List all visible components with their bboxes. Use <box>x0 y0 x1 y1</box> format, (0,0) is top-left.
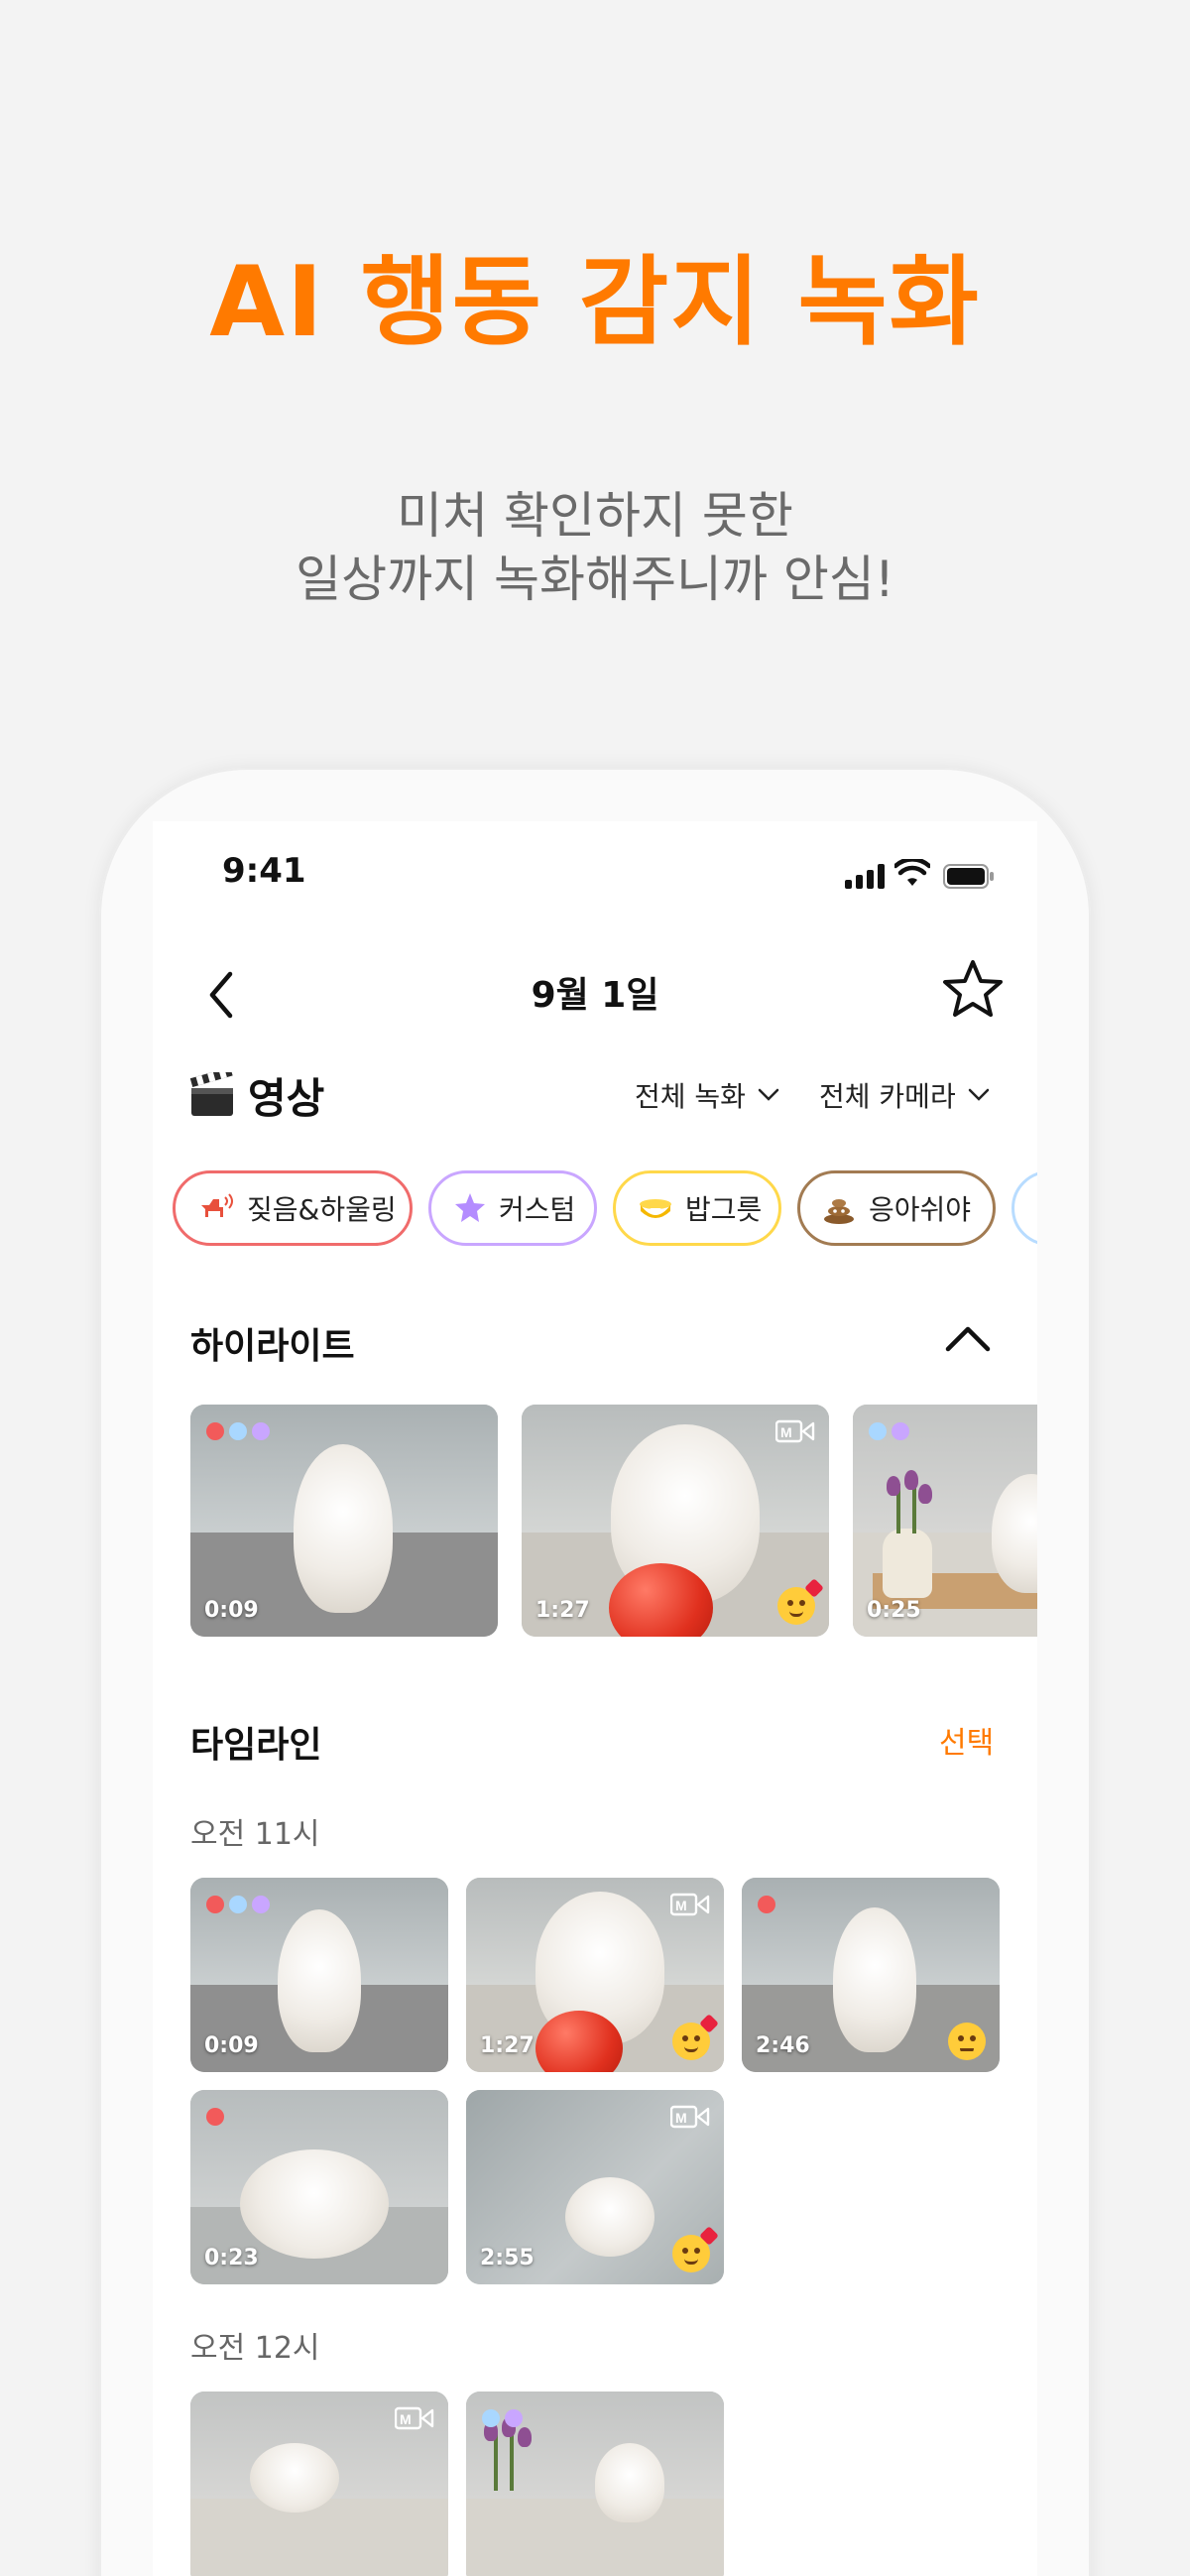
wifi-icon <box>894 859 930 886</box>
video-duration: 1:27 <box>536 1598 590 1623</box>
timeline-video-thumbnail[interactable]: 0:09 <box>190 1878 448 2072</box>
highlight-title: 하이라이트 <box>190 1326 355 1367</box>
chip-more[interactable] <box>1012 1170 1037 1246</box>
detection-dots <box>482 2409 528 2427</box>
chip-label: 짖음&하울링 <box>247 1193 397 1226</box>
detection-dots <box>869 1422 914 1440</box>
video-duration: 0:23 <box>204 2246 259 2270</box>
highlight-video-thumbnail[interactable]: 0:25 <box>853 1405 1037 1637</box>
chevron-down-icon <box>758 1088 779 1101</box>
video-camera-icon: M <box>670 2105 710 2129</box>
video-duration: 2:46 <box>756 2033 810 2058</box>
thinking-face-icon <box>948 2023 986 2060</box>
highlight-video-thumbnail[interactable]: M 1:27 <box>522 1405 829 1637</box>
video-section-header: 영상 <box>188 1065 324 1125</box>
video-section-title: 영상 <box>248 1073 325 1123</box>
video-camera-icon: M <box>775 1419 815 1443</box>
svg-text:M: M <box>675 2110 687 2126</box>
svg-text:M: M <box>675 1898 687 1913</box>
smiling-face-with-hearts-icon <box>672 2014 719 2060</box>
status-bar: 9:41 <box>153 851 1037 901</box>
battery-icon <box>943 864 994 889</box>
chip-label: 커스텀 <box>499 1193 576 1226</box>
video-duration: 0:09 <box>204 1598 259 1623</box>
timeline-video-thumbnail[interactable]: M 1:27 <box>466 1878 724 2072</box>
chip-label: 밥그릇 <box>685 1193 763 1226</box>
detection-dots <box>206 1896 275 1913</box>
chip-barking[interactable]: 짖음&하울링 <box>173 1170 413 1246</box>
recording-filter-label: 전체 녹화 <box>635 1080 746 1113</box>
timeline-hour-label: 오전 12시 <box>190 2331 320 2366</box>
favorite-star-button[interactable] <box>938 954 1008 1024</box>
poop-icon <box>822 1191 857 1225</box>
svg-text:M: M <box>400 2411 412 2427</box>
app-screen: 9:41 9월 1일 영상 전체 녹화 전체 카메라 짖음&하울링 커스텀 밥그… <box>153 821 1037 2576</box>
chip-food-bowl[interactable]: 밥그릇 <box>613 1170 781 1246</box>
chip-label: 응아쉬야 <box>868 1193 971 1226</box>
highlight-carousel: 0:09 M 1:27 0:25 <box>190 1405 1037 1637</box>
camera-filter-dropdown[interactable]: 전체 카메라 <box>819 1075 990 1115</box>
promo-subtitle: 미처 확인하지 못한 일상까지 녹화해주니까 안심! <box>0 484 1190 611</box>
svg-text:M: M <box>780 1424 792 1440</box>
video-duration: 2:55 <box>480 2246 535 2270</box>
detection-dots <box>206 1422 275 1440</box>
status-time: 9:41 <box>222 851 306 891</box>
video-camera-icon: M <box>670 1893 710 1916</box>
chip-potty[interactable]: 응아쉬야 <box>797 1170 996 1246</box>
timeline-video-thumbnail[interactable]: M 2:55 <box>466 2090 724 2284</box>
food-bowl-icon <box>638 1191 673 1225</box>
detection-dots <box>758 1896 780 1913</box>
video-duration: 0:09 <box>204 2033 259 2058</box>
timeline-video-thumbnail[interactable]: M <box>190 2392 448 2576</box>
select-button[interactable]: 선택 <box>939 1718 994 1762</box>
promo-title: AI 행동 감지 녹화 <box>209 246 981 359</box>
smiling-face-with-hearts-icon <box>777 1578 824 1625</box>
promo-subtitle-line-2: 일상까지 녹화해주니까 안심! <box>296 551 894 608</box>
page-title: 9월 1일 <box>531 975 659 1016</box>
timeline-video-thumbnail[interactable] <box>466 2392 724 2576</box>
recording-filter-dropdown[interactable]: 전체 녹화 <box>635 1075 779 1115</box>
chevron-up-icon[interactable] <box>938 1313 998 1363</box>
clapperboard-icon <box>189 1072 233 1116</box>
video-duration: 1:27 <box>480 2033 535 2058</box>
detection-dots <box>206 2108 229 2126</box>
star-icon <box>453 1191 487 1225</box>
barking-dog-icon <box>197 1191 235 1225</box>
video-camera-icon: M <box>395 2406 434 2430</box>
promo-subtitle-line-1: 미처 확인하지 못한 <box>397 487 793 545</box>
camera-filter-label: 전체 카메라 <box>819 1080 956 1113</box>
timeline-hour-label: 오전 11시 <box>190 1817 320 1852</box>
timeline-title: 타임라인 <box>190 1725 322 1766</box>
chip-custom[interactable]: 커스텀 <box>428 1170 597 1246</box>
signal-icon <box>845 863 885 889</box>
highlight-video-thumbnail[interactable]: 0:09 <box>190 1405 498 1637</box>
chevron-down-icon <box>968 1088 989 1101</box>
smiling-face-with-hearts-icon <box>672 2226 719 2272</box>
video-duration: 0:25 <box>867 1598 921 1623</box>
timeline-video-thumbnail[interactable]: 2:46 <box>742 1878 1000 2072</box>
timeline-video-thumbnail[interactable]: 0:23 <box>190 2090 448 2284</box>
